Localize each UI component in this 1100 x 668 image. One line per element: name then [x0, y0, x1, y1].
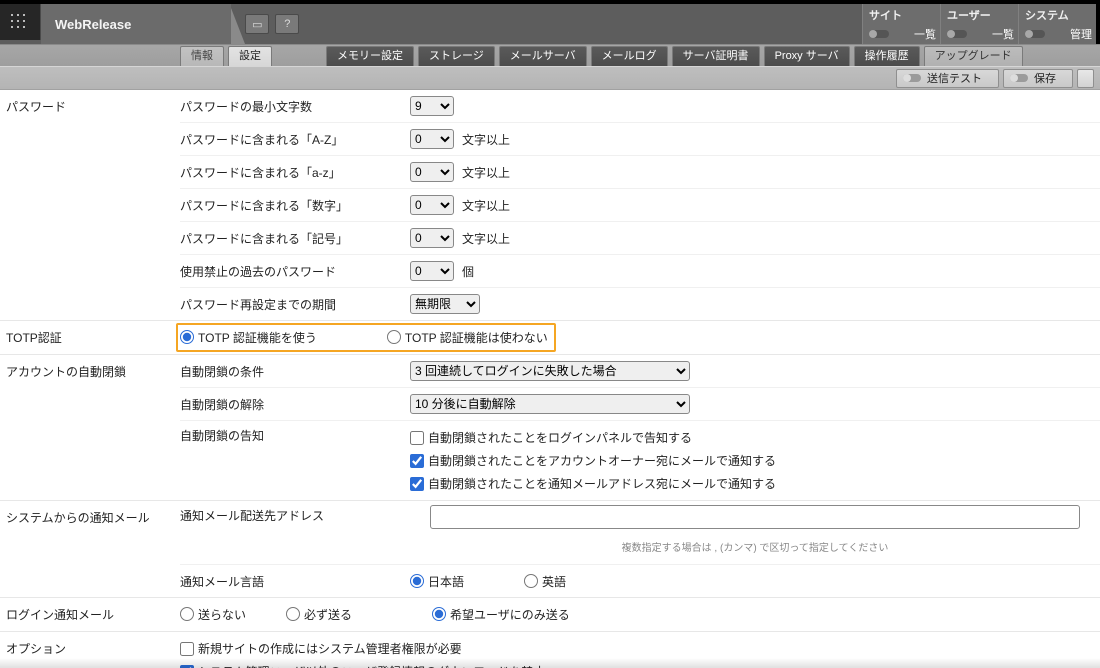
group-password: パスワード	[0, 90, 180, 123]
menu-user[interactable]: ユーザー 一覧	[940, 4, 1018, 44]
select-upper[interactable]: 0	[410, 129, 454, 149]
group-totp: TOTP認証	[0, 321, 180, 354]
send-test-button[interactable]: 送信テスト	[896, 69, 999, 88]
radio-lang-ja[interactable]: 日本語	[410, 573, 464, 590]
suffix-upper: 文字以上	[462, 131, 510, 148]
group-option: オプション	[0, 632, 180, 665]
label-sym: パスワードに含まれる「記号」	[180, 224, 410, 253]
tab-history[interactable]: 操作履歴	[854, 46, 920, 66]
suffix-sym: 文字以上	[462, 230, 510, 247]
settings-form: パスワード パスワードの最小文字数 9 パスワードに含まれる「A-Z」 0 文字以…	[0, 90, 1100, 668]
select-sym[interactable]: 0	[410, 228, 454, 248]
help-icon[interactable]: ?	[275, 14, 299, 34]
select-lock-cond[interactable]: 3 回連続してログインに失敗した場合	[410, 361, 690, 381]
top-banner: WebRelease ▭ ? サイト 一覧 ユーザー 一覧 システム 管理	[0, 0, 1100, 44]
select-min-length[interactable]: 9	[410, 96, 454, 116]
tab-settings[interactable]: 設定	[228, 46, 272, 66]
save-button[interactable]: 保存	[1003, 69, 1073, 88]
panel-toggle-icon[interactable]: ▭	[245, 14, 269, 34]
label-upper: パスワードに含まれる「A-Z」	[180, 125, 410, 154]
select-lower[interactable]: 0	[410, 162, 454, 182]
label-lock-release: 自動閉鎖の解除	[180, 390, 410, 419]
check-notify-owner[interactable]: 自動閉鎖されたことをアカウントオーナー宛にメールで通知する	[410, 452, 776, 469]
action-bar: 送信テスト 保存	[0, 66, 1100, 90]
select-lock-release[interactable]: 10 分後に自動解除	[410, 394, 690, 414]
radio-loginmail-always[interactable]: 必ず送る	[286, 606, 352, 623]
label-history: 使用禁止の過去のパスワード	[180, 257, 410, 286]
group-sysmail: システムからの通知メール	[0, 501, 180, 534]
menu-site[interactable]: サイト 一覧	[862, 4, 940, 44]
check-notify-panel[interactable]: 自動閉鎖されたことをログインパネルで告知する	[410, 429, 776, 446]
radio-loginmail-pref[interactable]: 希望ユーザにのみ送る	[432, 606, 570, 623]
select-num[interactable]: 0	[410, 195, 454, 215]
tab-upgrade[interactable]: アップグレード	[924, 46, 1023, 66]
label-mail-lang: 通知メール言語	[180, 567, 410, 596]
tab-info[interactable]: 情報	[180, 46, 224, 66]
label-lower: パスワードに含まれる「a-z」	[180, 158, 410, 187]
label-num: パスワードに含まれる「数字」	[180, 191, 410, 220]
check-site-admin-only[interactable]: 新規サイトの作成にはシステム管理者権限が必要	[180, 640, 545, 657]
radio-totp-nouse[interactable]: TOTP 認証機能は使わない	[387, 329, 548, 346]
group-loginmail: ログイン通知メール	[0, 598, 180, 631]
suffix-num: 文字以上	[462, 197, 510, 214]
label-mail-addr: 通知メール配送先アドレス	[180, 501, 410, 530]
tab-storage[interactable]: ストレージ	[418, 46, 495, 66]
label-expire: パスワード再設定までの期間	[180, 290, 410, 319]
tab-mailserver[interactable]: メールサーバ	[499, 46, 587, 66]
select-history[interactable]: 0	[410, 261, 454, 281]
menu-system[interactable]: システム 管理	[1018, 4, 1096, 44]
check-notify-addr[interactable]: 自動閉鎖されたことを通知メールアドレス宛にメールで通知する	[410, 475, 776, 492]
suffix-history: 個	[462, 263, 474, 280]
label-min-length: パスワードの最小文字数	[180, 92, 410, 121]
label-lock-notify: 自動閉鎖の告知	[180, 421, 410, 450]
radio-lang-en[interactable]: 英語	[524, 573, 566, 590]
hint-mail-addr: 複数指定する場合は , (カンマ) で区切って指定してください	[622, 537, 889, 560]
tab-proxy[interactable]: Proxy サーバ	[764, 46, 850, 66]
page-icon[interactable]	[1077, 69, 1094, 88]
group-autolock: アカウントの自動閉鎖	[0, 355, 180, 388]
brand-title: WebRelease	[41, 4, 231, 44]
radio-totp-use[interactable]: TOTP 認証機能を使う	[180, 329, 317, 346]
tab-servercert[interactable]: サーバ証明書	[672, 46, 760, 66]
tab-memory[interactable]: メモリー設定	[326, 46, 414, 66]
suffix-lower: 文字以上	[462, 164, 510, 181]
select-expire[interactable]: 無期限	[410, 294, 480, 314]
check-restrict-dl[interactable]: システム管理ユーザ以外のユーザ登録情報のダウンロードを禁止	[180, 663, 545, 668]
label-lock-cond: 自動閉鎖の条件	[180, 357, 410, 386]
input-mail-addr[interactable]	[430, 505, 1080, 529]
app-logo	[0, 4, 41, 40]
radio-loginmail-none[interactable]: 送らない	[180, 606, 246, 623]
tab-bar: 情報 設定 メモリー設定 ストレージ メールサーバ メールログ サーバ証明書 P…	[0, 44, 1100, 66]
tab-maillog[interactable]: メールログ	[591, 46, 668, 66]
totp-highlight: TOTP 認証機能を使う TOTP 認証機能は使わない	[176, 323, 556, 352]
